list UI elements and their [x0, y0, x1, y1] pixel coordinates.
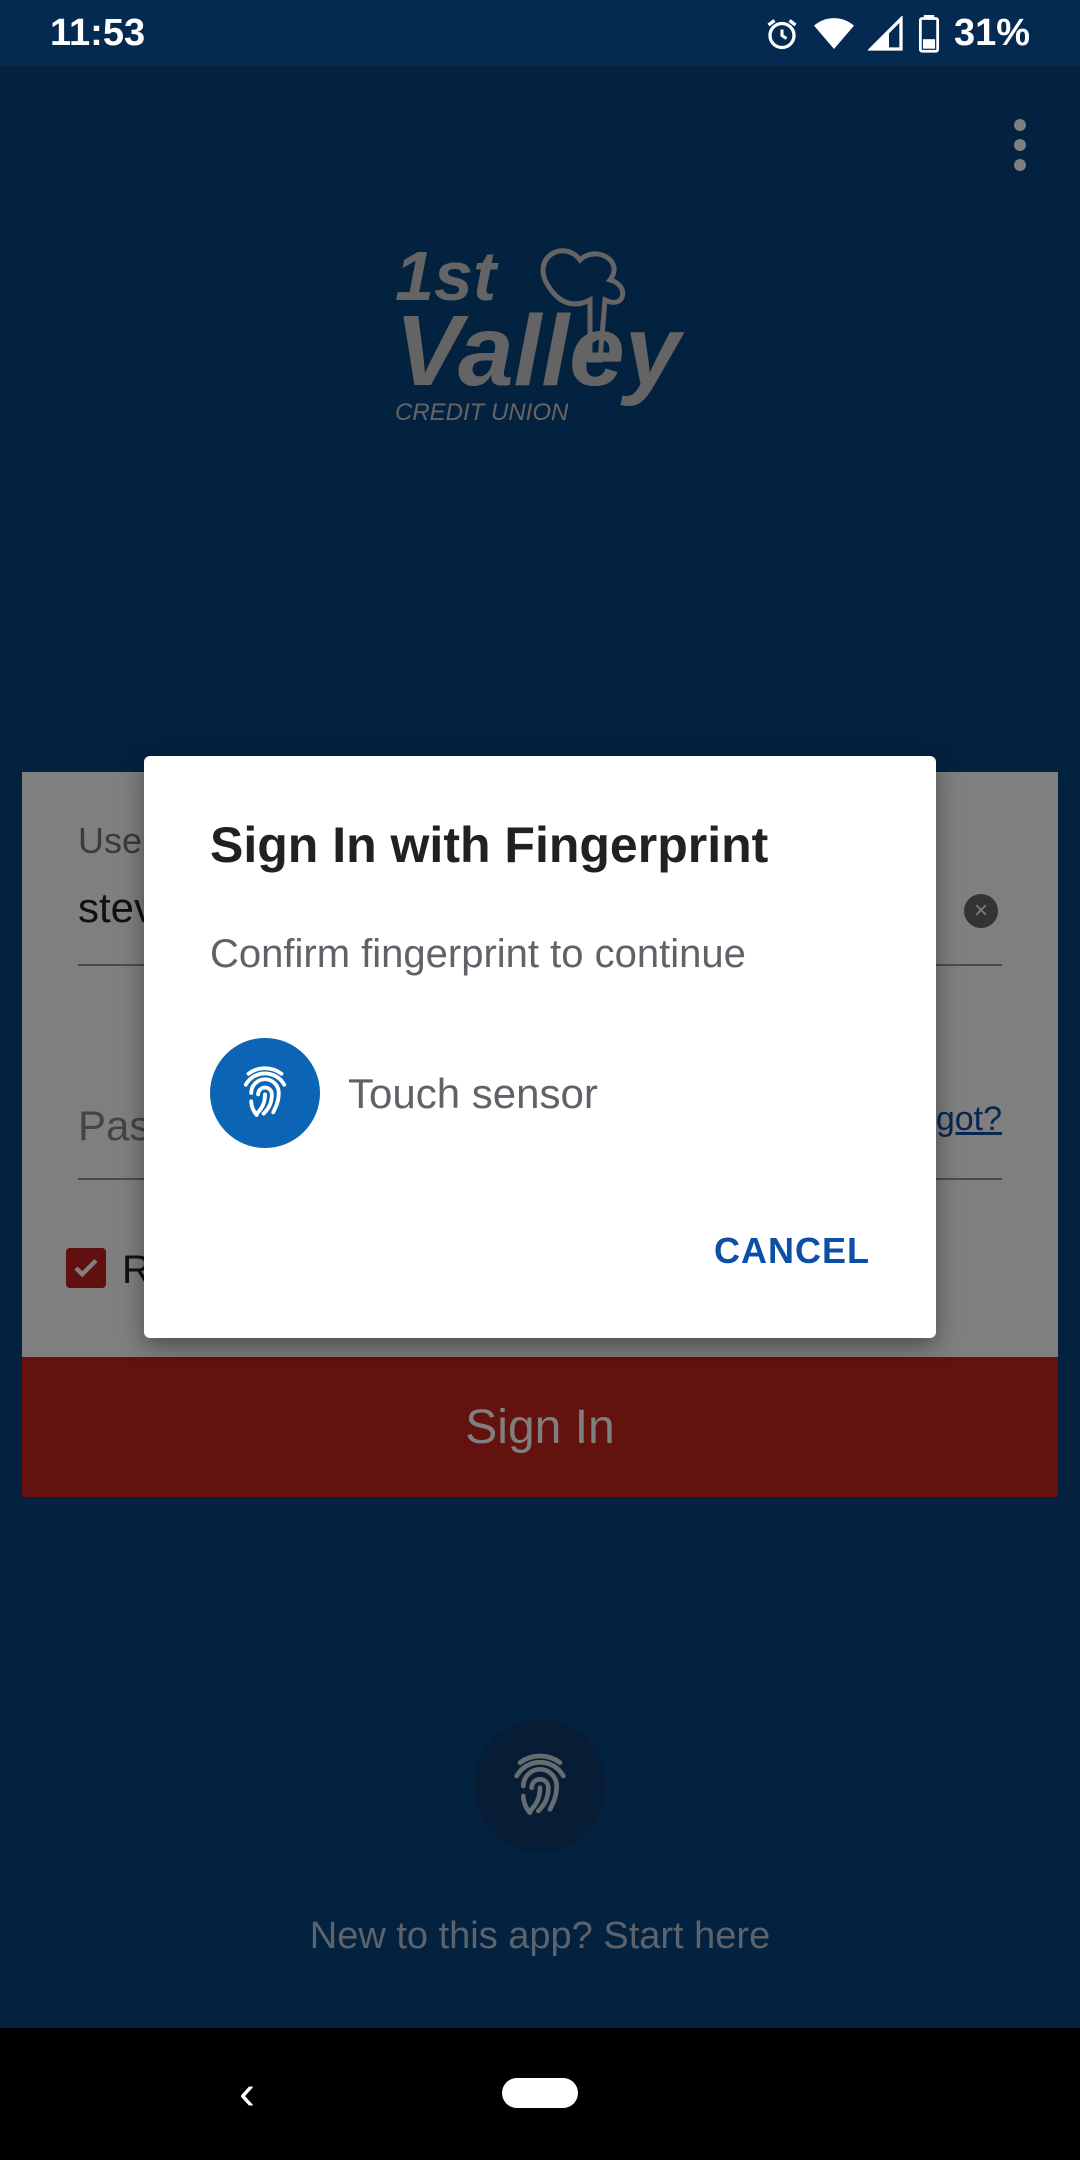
- battery-percent: 31%: [953, 12, 1030, 54]
- home-pill-icon[interactable]: [502, 2078, 578, 2108]
- fingerprint-icon: [243, 1066, 287, 1117]
- touch-sensor-icon: [210, 1038, 320, 1148]
- back-icon[interactable]: ‹: [222, 2067, 272, 2120]
- navigation-bar: ‹: [0, 2028, 1080, 2160]
- wifi-icon: [813, 17, 854, 49]
- touch-sensor-label: Touch sensor: [348, 1070, 598, 1117]
- status-bar: 11:53 31%: [0, 0, 1080, 66]
- cancel-button[interactable]: CANCEL: [714, 1230, 870, 1272]
- alarm-icon: [767, 18, 797, 49]
- signal-icon: [867, 15, 903, 51]
- battery-icon: [918, 14, 939, 53]
- dialog-subtitle: Confirm fingerprint to continue: [210, 932, 746, 976]
- status-time: 11:53: [50, 12, 146, 54]
- dialog-title: Sign In with Fingerprint: [210, 817, 769, 873]
- fingerprint-dialog: Sign In with Fingerprint Confirm fingerp…: [144, 756, 936, 1338]
- status-icons: 31%: [764, 12, 1030, 55]
